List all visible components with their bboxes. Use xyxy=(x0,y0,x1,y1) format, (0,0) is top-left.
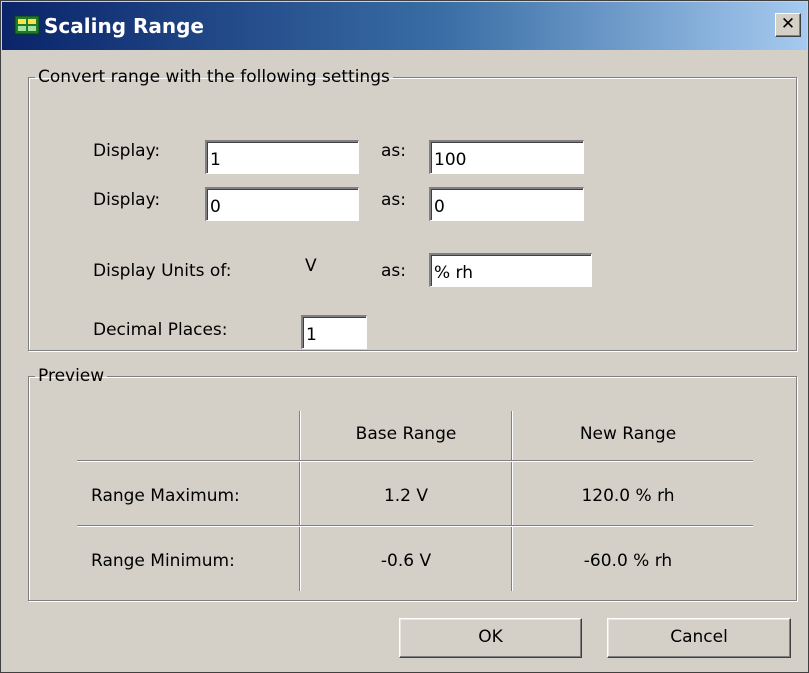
range-maximum-label: Range Maximum: xyxy=(91,486,240,506)
decimal-places-label: Decimal Places: xyxy=(93,320,228,340)
preview-row-divider-1 xyxy=(77,460,753,462)
convert-range-legend: Convert range with the following setting… xyxy=(38,67,390,87)
preview-row-divider-2 xyxy=(77,525,753,527)
preview-table: Base Range New Range Range Maximum: 1.2 … xyxy=(29,386,796,600)
units-as-label: as: xyxy=(381,261,407,281)
preview-header-new: New Range xyxy=(579,424,677,444)
range-maximum-new: 120.0 % rh xyxy=(581,486,675,506)
display-max-label: Display: xyxy=(93,141,161,161)
window-title: Scaling Range xyxy=(44,14,204,38)
range-minimum-label: Range Minimum: xyxy=(91,551,235,571)
scaling-range-dialog: Scaling Range ✕ Convert range with the f… xyxy=(0,0,809,673)
close-icon: ✕ xyxy=(780,14,796,34)
cancel-button[interactable]: Cancel xyxy=(607,618,791,658)
range-maximum-base: 1.2 V xyxy=(383,486,429,506)
app-icon xyxy=(14,15,40,35)
scaled-min-input[interactable] xyxy=(429,187,584,221)
range-minimum-new: -60.0 % rh xyxy=(583,551,673,571)
close-button[interactable]: ✕ xyxy=(775,13,801,37)
preview-legend: Preview xyxy=(38,366,105,386)
display-min-input[interactable] xyxy=(205,187,359,221)
as-min-label: as: xyxy=(381,190,407,210)
base-unit-text: V xyxy=(305,256,317,276)
scaled-max-input[interactable] xyxy=(429,140,584,174)
display-min-label: Display: xyxy=(93,190,161,210)
as-max-label: as: xyxy=(381,141,407,161)
display-units-label: Display Units of: xyxy=(93,261,232,281)
display-max-input[interactable] xyxy=(205,140,359,174)
ok-button[interactable]: OK xyxy=(399,618,582,658)
decimal-places-input[interactable] xyxy=(301,315,367,349)
display-units-input[interactable] xyxy=(429,253,592,287)
convert-range-group: Convert range with the following setting… xyxy=(28,67,797,351)
range-minimum-base: -0.6 V xyxy=(380,551,432,571)
title-bar[interactable]: Scaling Range ✕ xyxy=(2,2,807,50)
preview-header-base: Base Range xyxy=(355,424,457,444)
preview-group: Preview Base Range New Range Range Maxim… xyxy=(28,366,797,601)
